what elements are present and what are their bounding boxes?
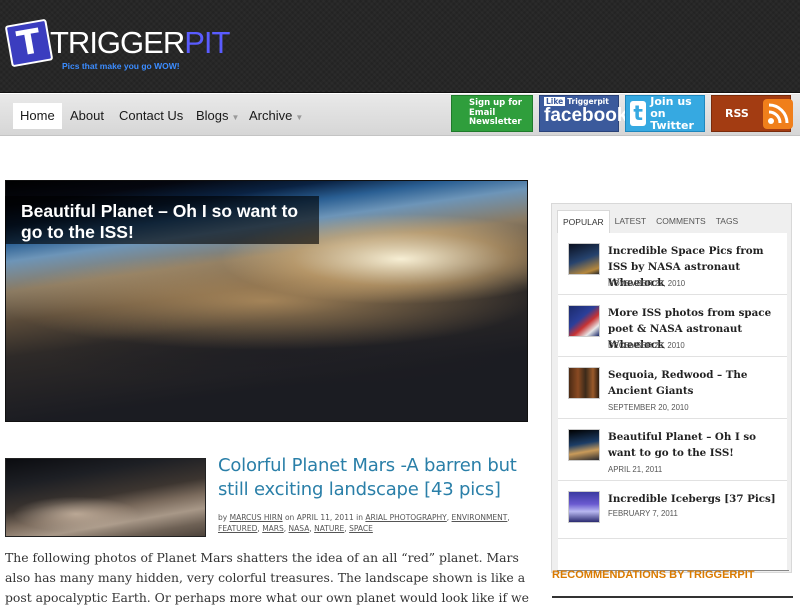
post-title[interactable]: Sequoia, Redwood – The Ancient Giants: [608, 367, 784, 399]
post-thumbnail[interactable]: [568, 305, 600, 337]
post-thumbnail[interactable]: [568, 429, 600, 461]
tab-latest[interactable]: LATEST: [610, 210, 652, 233]
widget-tabs: POPULAR LATEST COMMENTS TAGS: [557, 210, 743, 233]
popular-posts-list: Incredible Space Pics from ISS by NASA a…: [558, 233, 787, 570]
list-item[interactable]: Incredible Icebergs [37 Pics] FEBRUARY 7…: [558, 481, 787, 539]
nav-home[interactable]: Home: [13, 103, 62, 129]
article-title[interactable]: Colorful Planet Mars -A barren but still…: [218, 454, 536, 502]
nav-contact-us[interactable]: Contact Us: [112, 103, 190, 129]
rss-icon: [762, 98, 793, 129]
nav-blogs[interactable]: Blogs ▼: [189, 103, 246, 129]
list-item[interactable]: More ISS photos from space poet & NASA a…: [558, 295, 787, 357]
category-link[interactable]: NASA: [289, 524, 310, 533]
post-title[interactable]: Beautiful Planet – Oh I so want to go to…: [608, 429, 784, 461]
list-item[interactable]: Beautiful Planet – Oh I so want to go to…: [558, 419, 787, 481]
post-title[interactable]: Incredible Icebergs [37 Pics]: [608, 491, 784, 507]
tab-popular[interactable]: POPULAR: [557, 210, 610, 233]
site-logo[interactable]: TRIGGERPIT: [50, 27, 230, 58]
article-date: APRIL 11, 2011: [296, 513, 354, 522]
post-date: APRIL 21, 2011: [608, 465, 663, 474]
list-item[interactable]: Incredible Space Pics from ISS by NASA a…: [558, 233, 787, 295]
post-thumbnail[interactable]: [568, 243, 600, 275]
author-link[interactable]: MARCUS HIRN: [230, 513, 283, 522]
post-date: DECEMBER 23, 2010: [608, 341, 685, 350]
post-date: FEBRUARY 7, 2011: [608, 509, 678, 518]
rss-button[interactable]: RSS: [711, 95, 793, 132]
facebook-logo: facebook: [544, 105, 628, 126]
post-date: NOVEMBER 22, 2010: [608, 279, 686, 288]
category-link[interactable]: FEATURED: [218, 524, 257, 533]
post-thumbnail[interactable]: [568, 491, 600, 523]
email-newsletter-button[interactable]: Sign up for Email Newsletter: [451, 95, 533, 132]
nav-archive[interactable]: Archive ▼: [242, 103, 310, 129]
recommendations-divider: [552, 596, 793, 598]
facebook-button[interactable]: Like Triggerpit facebook: [539, 95, 627, 132]
post-date: SEPTEMBER 20, 2010: [608, 403, 689, 412]
category-link[interactable]: ENVIRONMENT: [452, 513, 508, 522]
category-link[interactable]: NATURE: [314, 524, 344, 533]
list-item[interactable]: Sequoia, Redwood – The Ancient Giants SE…: [558, 357, 787, 419]
chevron-down-icon: ▼: [295, 113, 304, 122]
post-thumbnail[interactable]: [568, 367, 600, 399]
category-link[interactable]: SPACE: [349, 524, 373, 533]
nav-about[interactable]: About: [63, 103, 111, 129]
article-byline: by MARCUS HIRN on APRIL 11, 2011 in ARIA…: [218, 513, 510, 533]
recommendations-heading: RECOMMENDATIONS BY TRIGGERPIT: [552, 569, 755, 581]
hero-caption[interactable]: Beautiful Planet – Oh I so want to go to…: [5, 196, 319, 244]
tab-tags[interactable]: TAGS: [711, 210, 744, 233]
tab-comments[interactable]: COMMENTS: [651, 210, 711, 233]
article-excerpt: The following photos of Planet Mars shat…: [5, 550, 529, 613]
site-header: T TRIGGERPIT Pics that make you go WOW!: [0, 0, 800, 93]
category-link[interactable]: MARS: [262, 524, 284, 533]
twitter-icon: t: [630, 101, 647, 126]
article-thumbnail[interactable]: [5, 458, 206, 537]
category-link[interactable]: ARIAL PHOTOGRAPHY: [365, 513, 446, 522]
site-tagline: Pics that make you go WOW!: [62, 61, 180, 71]
logo-icon[interactable]: T: [4, 18, 54, 68]
chevron-down-icon: ▼: [231, 113, 240, 122]
twitter-button[interactable]: t Join us on Twitter: [625, 95, 705, 132]
